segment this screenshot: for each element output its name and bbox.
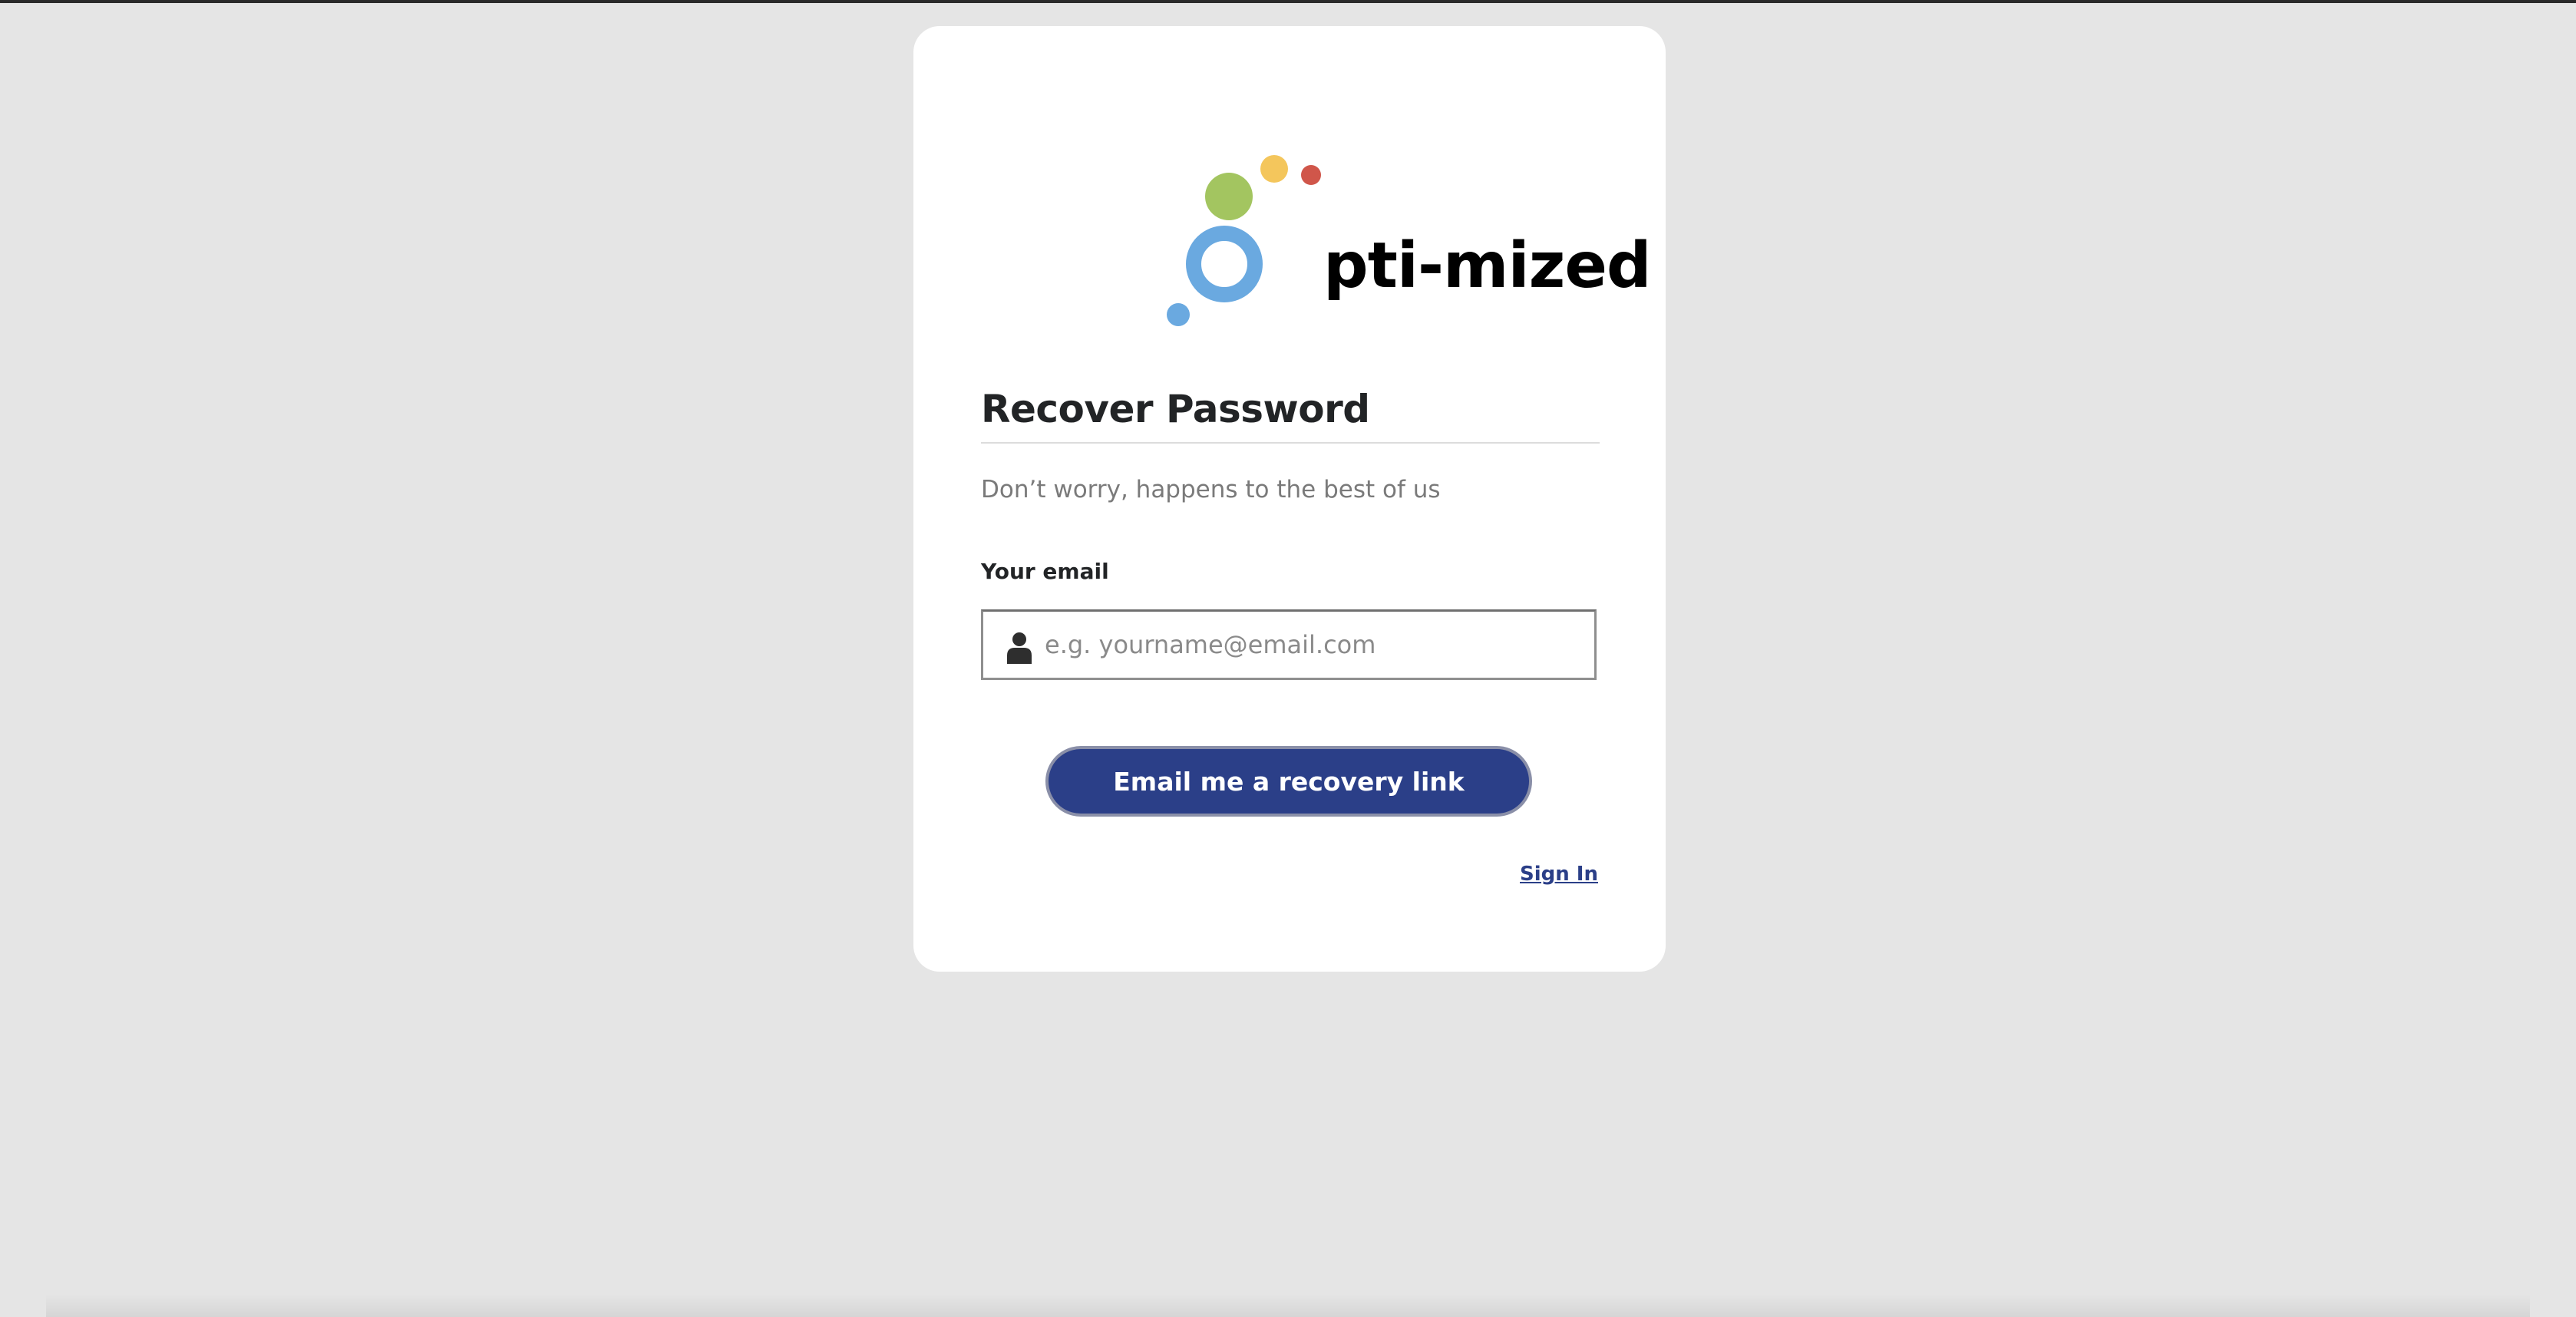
logo-green-dot bbox=[1205, 173, 1253, 220]
page-subtitle: Don’t worry, happens to the best of us bbox=[981, 476, 1441, 503]
sign-in-link[interactable]: Sign In bbox=[1520, 863, 1598, 886]
email-input[interactable] bbox=[1045, 612, 1582, 678]
recover-password-card: pti-mized Recover Password Don’t worry, … bbox=[913, 26, 1666, 972]
window-top-border bbox=[0, 0, 2576, 3]
logo-wordmark: pti-mized bbox=[1323, 229, 1652, 302]
window-bottom-shadow bbox=[46, 1294, 2530, 1317]
logo-o-ring bbox=[1186, 226, 1263, 302]
email-field[interactable] bbox=[981, 609, 1597, 680]
logo-yellow-dot bbox=[1260, 155, 1288, 183]
title-divider bbox=[981, 442, 1600, 444]
logo-red-dot bbox=[1301, 165, 1321, 185]
email-field-label: Your email bbox=[981, 559, 1109, 584]
brand-logo: pti-mized bbox=[1090, 126, 1652, 341]
page-title: Recover Password bbox=[981, 387, 1370, 431]
email-recovery-link-button[interactable]: Email me a recovery link bbox=[1045, 746, 1532, 817]
logo-blue-dot bbox=[1167, 303, 1190, 326]
user-icon bbox=[1006, 632, 1032, 664]
